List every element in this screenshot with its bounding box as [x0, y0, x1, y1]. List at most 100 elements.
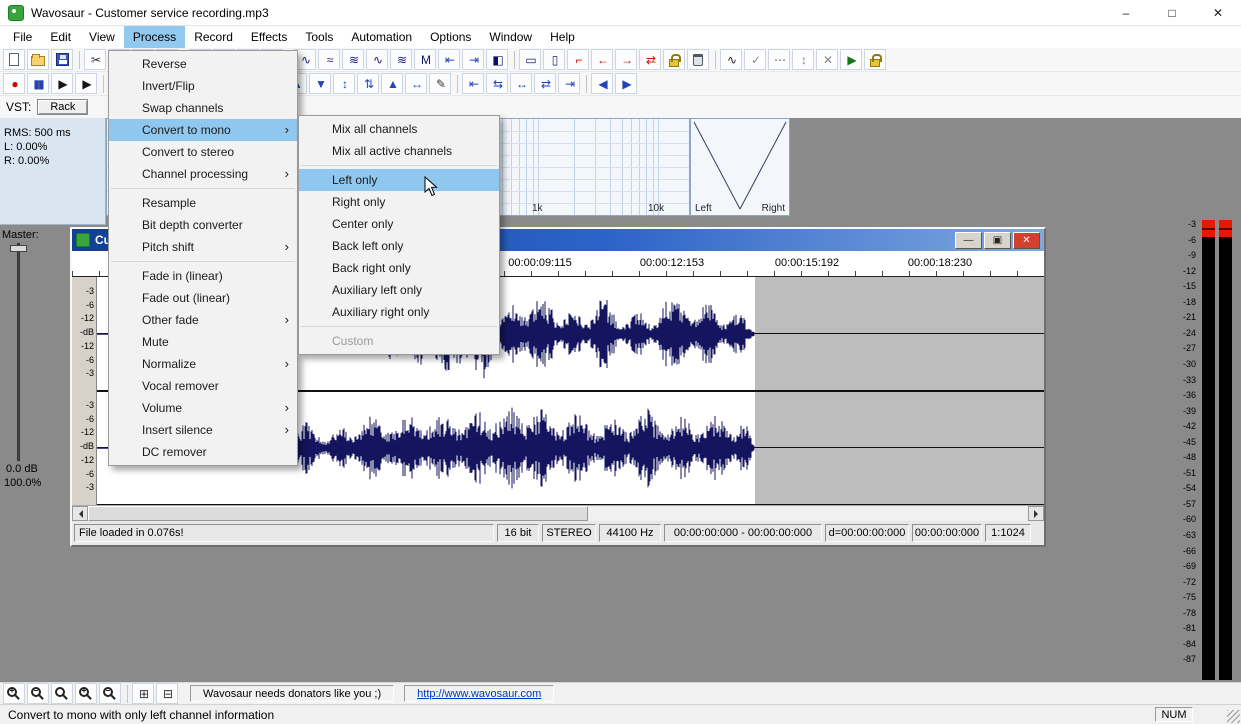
options-dots-icon[interactable]: ⋯	[768, 49, 790, 70]
zoom-out-icon[interactable]: −	[27, 683, 49, 704]
zoom-vertical-in-icon[interactable]: +	[75, 683, 97, 704]
menu-item-insert-silence[interactable]: Insert silence›	[109, 419, 297, 441]
menu-item-mute[interactable]: Mute	[109, 331, 297, 353]
new-file-icon[interactable]	[3, 49, 25, 70]
doc-close-button[interactable]: ✕	[1013, 232, 1040, 249]
loop-next-icon[interactable]: →	[615, 49, 637, 70]
horizontal-scrollbar[interactable]	[72, 505, 1044, 521]
scroll-right-arrow[interactable]	[1028, 506, 1044, 521]
menu-item-auxiliary-left-only[interactable]: Auxiliary left only	[299, 279, 499, 301]
marker-next-icon[interactable]: ⇥	[462, 49, 484, 70]
play-vst-icon[interactable]: ▶	[840, 49, 862, 70]
menu-tools[interactable]: Tools	[296, 26, 342, 48]
save-icon[interactable]	[51, 49, 73, 70]
menu-item-center-only[interactable]: Center only	[299, 213, 499, 235]
scrollbar-thumb[interactable]	[88, 506, 588, 521]
master-slider-track[interactable]	[17, 243, 20, 461]
scroll-center-icon[interactable]: ↔	[510, 73, 532, 94]
bypass-lock-icon[interactable]	[864, 49, 886, 70]
loop-start-icon[interactable]: ⌐	[567, 49, 589, 70]
resize-grip[interactable]	[1227, 710, 1240, 723]
menu-file[interactable]: File	[4, 26, 41, 48]
cut-icon[interactable]: ✂	[84, 49, 106, 70]
menu-process[interactable]: Process	[124, 26, 185, 48]
menu-item-vocal-remover[interactable]: Vocal remover	[109, 375, 297, 397]
menu-item-fade-in-linear[interactable]: Fade in (linear)	[109, 265, 297, 287]
region-icon[interactable]: ▯	[543, 49, 565, 70]
menu-item-resample[interactable]: Resample	[109, 192, 297, 214]
menu-record[interactable]: Record	[185, 26, 242, 48]
menu-automation[interactable]: Automation	[342, 26, 421, 48]
lock-loop-icon[interactable]	[663, 49, 685, 70]
menu-item-normalize[interactable]: Normalize›	[109, 353, 297, 375]
menu-item-volume[interactable]: Volume›	[109, 397, 297, 419]
marker-icon[interactable]: M	[414, 49, 436, 70]
vst-rack-button[interactable]: Rack	[37, 99, 88, 115]
zoom-sel-h-icon[interactable]: ↔	[405, 73, 427, 94]
menu-item-bit-depth-converter[interactable]: Bit depth converter	[109, 214, 297, 236]
scroll-start-icon[interactable]: ⇤	[462, 73, 484, 94]
half-wave-icon[interactable]: ◧	[486, 49, 508, 70]
zoom-selection-icon[interactable]	[51, 683, 73, 704]
menu-options[interactable]: Options	[421, 26, 480, 48]
vzoom-fit-icon[interactable]: ↕	[333, 73, 355, 94]
menu-item-fade-out-linear[interactable]: Fade out (linear)	[109, 287, 297, 309]
mute-selection-icon[interactable]: ≋	[390, 49, 412, 70]
prev-view-icon[interactable]: ◀	[591, 73, 613, 94]
apply-icon[interactable]: ✓	[744, 49, 766, 70]
menu-item-right-only[interactable]: Right only	[299, 191, 499, 213]
play-loop-button[interactable]: ▶	[75, 73, 97, 94]
draw-pencil-icon[interactable]: ✎	[429, 73, 451, 94]
loop-both-icon[interactable]: ⇄	[639, 49, 661, 70]
master-slider-thumb[interactable]	[10, 245, 27, 252]
doc-minimize-button[interactable]: —	[955, 232, 982, 249]
menu-item-invert-flip[interactable]: Invert/Flip	[109, 75, 297, 97]
cue-list-icon[interactable]: ▭	[519, 49, 541, 70]
doc-restore-button[interactable]: ▣	[984, 232, 1011, 249]
zoom-in-icon[interactable]: +	[3, 683, 25, 704]
play-button[interactable]: ▶	[51, 73, 73, 94]
menu-item-channel-processing[interactable]: Channel processing›	[109, 163, 297, 185]
menu-item-back-left-only[interactable]: Back left only	[299, 235, 499, 257]
menu-effects[interactable]: Effects	[242, 26, 296, 48]
menu-item-mix-all-active-channels[interactable]: Mix all active channels	[299, 140, 499, 162]
vzoom-sel-icon[interactable]: ⇅	[357, 73, 379, 94]
cut-selection-icon[interactable]: ≋	[342, 49, 364, 70]
menu-window[interactable]: Window	[480, 26, 541, 48]
maximize-button[interactable]: □	[1149, 0, 1195, 26]
menu-item-swap-channels[interactable]: Swap channels	[109, 97, 297, 119]
pause-button[interactable]: ▮▮	[27, 73, 49, 94]
menu-help[interactable]: Help	[541, 26, 584, 48]
next-view-icon[interactable]: ▶	[615, 73, 637, 94]
menu-item-auxiliary-right-only[interactable]: Auxiliary right only	[299, 301, 499, 323]
menu-item-dc-remover[interactable]: DC remover	[109, 441, 297, 463]
freehand-draw-icon[interactable]: ∿	[720, 49, 742, 70]
menu-item-reverse[interactable]: Reverse	[109, 53, 297, 75]
delete-loop-icon[interactable]	[687, 49, 709, 70]
menu-item-pitch-shift[interactable]: Pitch shift›	[109, 236, 297, 258]
menu-item-left-only[interactable]: Left only	[299, 169, 499, 191]
cancel-icon[interactable]: ✕	[816, 49, 838, 70]
close-button[interactable]: ✕	[1195, 0, 1241, 26]
menu-item-other-fade[interactable]: Other fade›	[109, 309, 297, 331]
menu-edit[interactable]: Edit	[41, 26, 80, 48]
minimize-button[interactable]: –	[1103, 0, 1149, 26]
menu-item-convert-to-mono[interactable]: Convert to mono›	[109, 119, 297, 141]
scroll-end-icon[interactable]: ⇥	[558, 73, 580, 94]
record-button[interactable]: ●	[3, 73, 25, 94]
menu-item-mix-all-channels[interactable]: Mix all channels	[299, 118, 499, 140]
scroll-left-arrow[interactable]	[72, 506, 88, 521]
crop-selection-icon[interactable]: ≈	[318, 49, 340, 70]
scroll-sel-end-icon[interactable]: ⇄	[534, 73, 556, 94]
resize-icon[interactable]: ↕	[792, 49, 814, 70]
insert-selection-icon[interactable]: ∿	[366, 49, 388, 70]
zoom-vertical-out-icon[interactable]: −	[99, 683, 121, 704]
marker-prev-icon[interactable]: ⇤	[438, 49, 460, 70]
vzoom-full-icon[interactable]: ▲	[381, 73, 403, 94]
menu-view[interactable]: View	[80, 26, 124, 48]
open-icon[interactable]	[27, 49, 49, 70]
menu-item-convert-to-stereo[interactable]: Convert to stereo	[109, 141, 297, 163]
zoom-one-to-one-icon[interactable]: ⊟	[156, 683, 178, 704]
zoom-whole-icon[interactable]: ⊞	[132, 683, 154, 704]
menu-item-back-right-only[interactable]: Back right only	[299, 257, 499, 279]
